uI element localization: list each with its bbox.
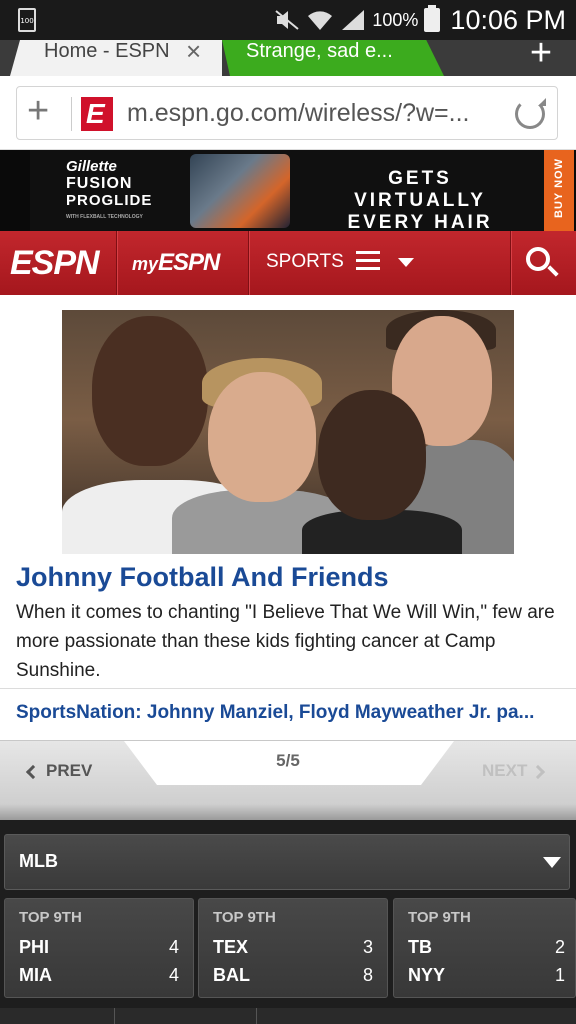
- url-text[interactable]: m.espn.go.com/wireless/?w=...: [127, 99, 470, 128]
- battery-small-label: 100: [20, 17, 34, 25]
- scoreboard: MLB TOP 9TH PHI 4 MIA 4 TOP 9TH TEX 3 BA…: [0, 820, 576, 1024]
- inning: TOP 9TH: [408, 909, 471, 926]
- buy-now-label: BUY NOW: [553, 158, 565, 218]
- espn-logo[interactable]: ESPN: [10, 245, 100, 281]
- prev-button[interactable]: PREV: [25, 761, 93, 781]
- divider: [0, 688, 576, 689]
- home-team: BAL: [213, 965, 250, 985]
- mute-icon: [275, 10, 300, 30]
- nav-divider: [116, 231, 117, 295]
- away-score: 3: [362, 937, 373, 957]
- razor-image: [190, 154, 290, 228]
- away-team: TB: [408, 937, 432, 957]
- story-photo[interactable]: [62, 310, 514, 554]
- tab-strange-label: Strange, sad e...: [246, 40, 393, 62]
- home-score: 4: [168, 965, 179, 985]
- url-divider: [71, 97, 72, 131]
- ad-brand-gillette: Gillette: [66, 158, 117, 175]
- ad-tagline: GETS VIRTUALLY EVERY HAIR: [322, 168, 518, 234]
- tab-strange[interactable]: Strange, sad e...: [222, 40, 444, 76]
- home-score: 8: [362, 965, 373, 985]
- url-bar[interactable]: + E m.espn.go.com/wireless/?w=...: [16, 86, 558, 140]
- away-score: 4: [168, 937, 179, 957]
- chevron-right-icon: [531, 764, 546, 779]
- score-card[interactable]: TOP 9TH TEX 3 BAL 8: [198, 898, 388, 998]
- scores-bottom-bar: [0, 1008, 576, 1024]
- battery-percent: 100%: [372, 9, 419, 30]
- ad-brand-proglide: PROGLIDE: [66, 192, 153, 209]
- chevron-left-icon: [25, 764, 41, 779]
- away-score: 2: [554, 937, 565, 957]
- close-tab-icon[interactable]: ×: [186, 40, 201, 64]
- nav-divider: [510, 231, 511, 295]
- home-score: 1: [554, 965, 565, 985]
- ad-banner[interactable]: Gillette FUSION PROGLIDE WITH FLEXBALL T…: [0, 150, 576, 234]
- story-title[interactable]: Johnny Football And Friends: [16, 562, 389, 593]
- league-label: MLB: [19, 851, 58, 871]
- myespn-link[interactable]: myESPN: [132, 249, 220, 277]
- next-label: NEXT: [482, 761, 528, 780]
- wifi-icon: [308, 11, 333, 30]
- story-body: When it comes to chanting "I Believe Tha…: [16, 602, 555, 681]
- inning: TOP 9TH: [213, 909, 276, 926]
- chevron-down-icon[interactable]: [398, 258, 414, 267]
- status-bar: 100 100% 10:06 PM: [0, 0, 576, 40]
- search-icon[interactable]: [526, 247, 550, 271]
- away-team: TEX: [213, 937, 249, 957]
- tab-home-label: Home - ESPN: [44, 40, 170, 62]
- ad-brand-fusion: FUSION: [66, 175, 133, 192]
- chevron-down-icon: [543, 857, 561, 868]
- reload-icon[interactable]: [515, 98, 546, 129]
- pager-shadow: [0, 804, 576, 820]
- add-bookmark-icon[interactable]: +: [27, 91, 49, 131]
- inning: TOP 9TH: [19, 909, 82, 926]
- home-team: MIA: [19, 965, 52, 985]
- nav-divider: [248, 231, 249, 295]
- ad-tagline-1: GETS VIRTUALLY: [354, 168, 486, 211]
- buy-now-button[interactable]: BUY NOW: [544, 150, 574, 231]
- myespn-logo: ESPN: [158, 249, 220, 276]
- battery-icon: [424, 5, 441, 32]
- tab-home[interactable]: Home - ESPN ×: [10, 40, 222, 76]
- away-team: PHI: [19, 937, 50, 957]
- signal-icon: [342, 10, 365, 30]
- sports-menu-label[interactable]: SPORTS: [266, 251, 344, 273]
- prev-label: PREV: [46, 761, 93, 780]
- next-button[interactable]: NEXT: [482, 761, 546, 781]
- menu-icon[interactable]: [356, 251, 380, 271]
- score-card[interactable]: TOP 9TH PHI 4 MIA 4: [4, 898, 194, 998]
- ad-brand: Gillette FUSION PROGLIDE WITH FLEXBALL T…: [66, 158, 152, 226]
- my-prefix: my: [132, 254, 159, 274]
- espn-favicon-icon: E: [81, 97, 113, 131]
- score-card[interactable]: TOP 9TH TB 2 NYY 1: [393, 898, 576, 998]
- sportsnation-link[interactable]: SportsNation: Johnny Manziel, Floyd Mayw…: [16, 702, 564, 724]
- clock: 10:06 PM: [450, 4, 566, 35]
- new-tab-button[interactable]: +: [516, 34, 566, 74]
- ad-brand-small: WITH FLEXBALL TECHNOLOGY: [66, 214, 143, 220]
- home-team: NYY: [408, 965, 446, 985]
- espn-nav: ESPN myESPN SPORTS: [0, 231, 576, 295]
- pager: 5/5 PREV NEXT: [0, 740, 576, 804]
- battery-small-icon: 100: [18, 8, 36, 32]
- url-area: + E m.espn.go.com/wireless/?w=...: [0, 76, 576, 150]
- league-select[interactable]: MLB: [4, 834, 570, 890]
- tab-strip: Home - ESPN × Strange, sad e... +: [0, 34, 576, 76]
